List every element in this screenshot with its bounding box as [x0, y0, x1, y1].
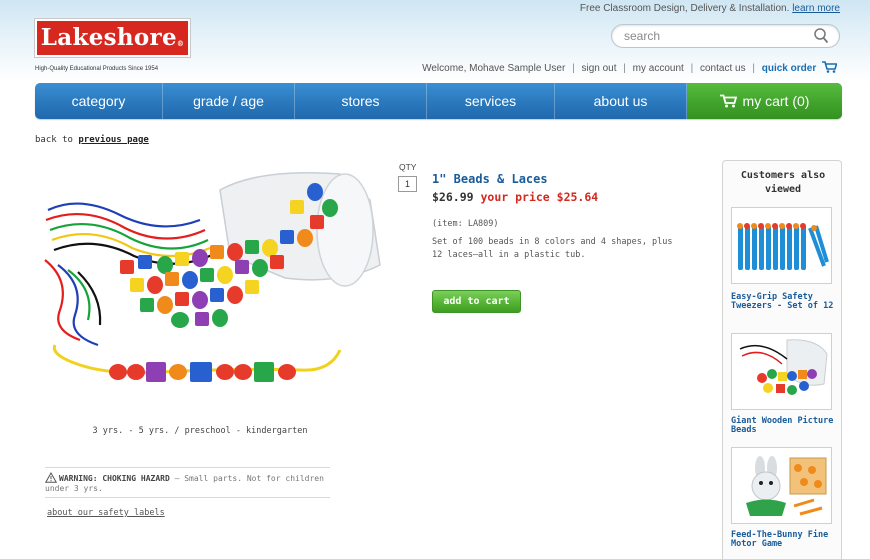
- quick-order-link[interactable]: quick order: [762, 63, 816, 74]
- tweezers-thumbnail[interactable]: [731, 207, 832, 284]
- breadcrumb: back to previous page: [35, 135, 149, 145]
- warning-triangle-icon: [45, 472, 57, 483]
- contact-us-link[interactable]: contact us: [700, 63, 746, 74]
- nav-services[interactable]: services: [427, 83, 555, 119]
- promo-learn-more-link[interactable]: learn more: [792, 3, 840, 14]
- nav-grade-age[interactable]: grade / age: [163, 83, 295, 119]
- tagline: High-Quality Educational Products Since …: [35, 66, 159, 72]
- tweezers-icon: [737, 223, 829, 270]
- quick-order-cart-icon[interactable]: [822, 61, 837, 73]
- promo-banner: Free Classroom Design, Delivery & Instal…: [580, 3, 840, 14]
- choking-warning: WARNING: CHOKING HAZARD – Small parts. N…: [45, 467, 330, 498]
- picture-beads-icon: [739, 339, 828, 395]
- your-price: your price $25.64: [480, 190, 599, 204]
- qty-label: QTY: [399, 162, 417, 172]
- welcome-text: Welcome, Mohave Sample User: [422, 63, 566, 74]
- search-input[interactable]: [624, 28, 804, 44]
- previous-page-link[interactable]: previous page: [78, 135, 148, 145]
- item-number: (item: LA809): [432, 219, 499, 229]
- customers-also-viewed: Customers also viewed Easy-Grip Safety T…: [722, 160, 842, 559]
- product-price: $26.99 your price $25.64: [432, 190, 598, 204]
- strung-beads-icon: [52, 344, 342, 382]
- bunny-game-icon: [746, 456, 827, 516]
- sidebar-title: Customers also viewed: [740, 170, 826, 195]
- picture-beads-thumbnail[interactable]: [731, 333, 832, 410]
- nav-about-us[interactable]: about us: [555, 83, 687, 119]
- sidebar-item-picture-beads[interactable]: Giant Wooden Picture Beads: [731, 417, 835, 435]
- account-links: Welcome, Mohave Sample User | sign out |…: [422, 61, 837, 74]
- promo-text: Free Classroom Design, Delivery & Instal…: [579, 3, 790, 14]
- sidebar-item-tweezers[interactable]: Easy-Grip Safety Tweezers - Set of 12: [731, 293, 835, 311]
- search-box: [611, 24, 840, 48]
- product-image[interactable]: [40, 160, 385, 410]
- logo-text: Lakeshore: [40, 24, 177, 51]
- add-to-cart-button[interactable]: add to cart: [432, 290, 521, 313]
- age-range-text: 3 yrs. - 5 yrs. / preschool - kindergart…: [92, 426, 308, 436]
- feed-the-bunny-thumbnail[interactable]: [731, 447, 832, 524]
- nav-category[interactable]: category: [35, 83, 163, 119]
- nav-stores[interactable]: stores: [295, 83, 427, 119]
- sign-out-link[interactable]: sign out: [581, 63, 616, 74]
- logo-registered-mark: ®: [176, 39, 185, 48]
- product-title: 1" Beads & Laces: [432, 172, 548, 186]
- cart-icon: [719, 94, 737, 108]
- warning-title: WARNING: CHOKING HAZARD: [59, 474, 170, 483]
- cart-label: my cart (0): [742, 93, 810, 109]
- nav-my-cart[interactable]: my cart (0): [687, 83, 842, 119]
- back-to-text: back to: [35, 135, 73, 145]
- list-price: $26.99: [432, 190, 474, 204]
- sidebar-item-feed-the-bunny[interactable]: Feed-The-Bunny Fine Motor Game: [731, 531, 835, 549]
- safety-labels-link[interactable]: about our safety labels: [47, 508, 165, 518]
- product-description: Set of 100 beads in 8 colors and 4 shape…: [432, 237, 673, 260]
- main-nav: category grade / age stores services abo…: [35, 83, 842, 119]
- search-icon[interactable]: [813, 27, 829, 45]
- my-account-link[interactable]: my account: [633, 63, 684, 74]
- qty-input[interactable]: [398, 176, 417, 192]
- lakeshore-logo[interactable]: Lakeshore®: [35, 19, 190, 57]
